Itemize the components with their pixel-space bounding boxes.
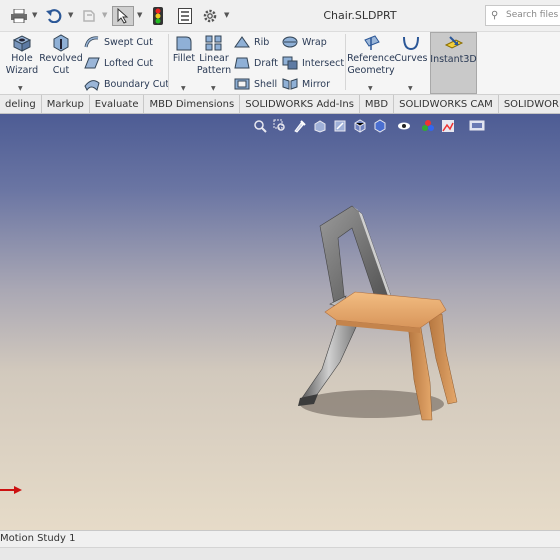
curves-label: Curves bbox=[394, 53, 428, 64]
revolved-cut-icon bbox=[53, 34, 69, 52]
draft-label: Draft bbox=[254, 57, 278, 69]
reference-triad bbox=[0, 486, 22, 494]
search-input[interactable]: ⚲ Search files an bbox=[485, 5, 560, 26]
reference-geometry-dropdown-caret[interactable]: ▼ bbox=[368, 85, 373, 92]
ribbon-separator bbox=[345, 34, 346, 90]
wrap-button[interactable]: Wrap bbox=[282, 35, 327, 49]
revolved-cut-label: Revolved Cut bbox=[39, 53, 83, 76]
status-bar bbox=[0, 547, 560, 560]
tab-motion-study-1[interactable]: Motion Study 1 bbox=[0, 531, 82, 547]
draft-icon bbox=[234, 57, 250, 69]
select-button[interactable] bbox=[112, 6, 134, 26]
hole-wizard-button[interactable]: Hole Wizard bbox=[4, 34, 40, 77]
bottom-bar: Motion Study 1 bbox=[0, 530, 560, 560]
graphics-area[interactable] bbox=[0, 114, 560, 530]
hole-wizard-label: Hole Wizard bbox=[5, 53, 39, 76]
rebuild-button[interactable] bbox=[150, 6, 166, 26]
command-manager-ribbon: Hole Wizard ▼ Revolved Cut Swept Cut Lof… bbox=[0, 32, 560, 94]
curves-dropdown-caret[interactable]: ▼ bbox=[408, 85, 413, 92]
boundary-cut-icon bbox=[84, 80, 100, 91]
select-dropdown-caret[interactable]: ▼ bbox=[137, 11, 142, 19]
shell-label: Shell bbox=[254, 78, 278, 90]
intersect-button[interactable]: Intersect bbox=[282, 56, 344, 70]
reference-geometry-button[interactable]: Reference Geometry bbox=[347, 34, 395, 77]
wrap-icon bbox=[282, 36, 298, 48]
tab-solidworks-cam[interactable]: SOLIDWORKS CAM bbox=[394, 95, 499, 113]
rib-label: Rib bbox=[254, 36, 270, 48]
intersect-label: Intersect bbox=[302, 57, 345, 69]
fillet-dropdown-caret[interactable]: ▼ bbox=[181, 85, 186, 92]
gear-icon bbox=[203, 9, 217, 23]
command-manager-tabs: deling Markup Evaluate MBD Dimensions SO… bbox=[0, 94, 560, 114]
swept-cut-label: Swept Cut bbox=[104, 36, 153, 48]
linear-pattern-button[interactable]: Linear Pattern bbox=[197, 34, 231, 77]
tab-sketch-modeling[interactable]: deling bbox=[0, 95, 42, 113]
mirror-button[interactable]: Mirror bbox=[282, 77, 330, 91]
shell-button[interactable]: Shell bbox=[234, 77, 277, 91]
curves-icon bbox=[403, 36, 419, 51]
hole-wizard-dropdown-caret[interactable]: ▼ bbox=[18, 85, 23, 92]
instant3d-content: Instant3D bbox=[430, 35, 477, 66]
title-bar: ▼ ▼ ▼ ▼ ▼ Chair.SLDPRT ⚲ Search files an bbox=[0, 0, 560, 32]
ribbon-separator bbox=[168, 34, 169, 90]
file-properties-icon bbox=[178, 8, 192, 24]
reference-geometry-icon bbox=[364, 35, 380, 50]
hole-wizard-icon bbox=[12, 35, 32, 52]
lofted-cut-icon bbox=[84, 57, 100, 69]
search-placeholder: Search files an bbox=[506, 10, 560, 20]
traffic-light-icon bbox=[153, 7, 163, 25]
rib-button[interactable]: Rib bbox=[234, 35, 269, 49]
boundary-cut-label: Boundary Cut bbox=[104, 78, 170, 90]
swept-cut-button[interactable]: Swept Cut bbox=[84, 35, 153, 49]
search-icon: ⚲ bbox=[491, 10, 499, 21]
shell-icon bbox=[234, 78, 250, 90]
swept-cut-icon bbox=[84, 36, 99, 48]
options-dropdown-caret[interactable]: ▼ bbox=[224, 11, 229, 19]
linear-pattern-dropdown-caret[interactable]: ▼ bbox=[211, 85, 216, 92]
lofted-cut-label: Lofted Cut bbox=[104, 57, 154, 69]
instant3d-label: Instant3D bbox=[430, 54, 477, 65]
chair-model[interactable] bbox=[0, 114, 560, 530]
redo-button[interactable] bbox=[80, 6, 98, 26]
instant3d-button[interactable]: Instant3D bbox=[430, 32, 477, 94]
lofted-cut-button[interactable]: Lofted Cut bbox=[84, 56, 153, 70]
chair-wood-leg-side bbox=[427, 313, 458, 405]
fillet-icon bbox=[176, 36, 192, 51]
options-button[interactable] bbox=[200, 6, 220, 26]
intersect-icon bbox=[282, 56, 298, 70]
print-button[interactable] bbox=[10, 6, 28, 26]
tab-solidworks-add-ins[interactable]: SOLIDWORKS Add-Ins bbox=[240, 95, 360, 113]
tab-evaluate[interactable]: Evaluate bbox=[90, 95, 145, 113]
curves-button[interactable]: Curves bbox=[394, 34, 428, 65]
revolved-cut-button[interactable]: Revolved Cut bbox=[39, 34, 83, 77]
tab-mbd-dimensions[interactable]: MBD Dimensions bbox=[144, 95, 241, 113]
undo-dropdown-caret[interactable]: ▼ bbox=[68, 11, 73, 19]
rib-icon bbox=[234, 36, 250, 48]
boundary-cut-button[interactable]: Boundary Cut bbox=[84, 77, 169, 91]
tab-mbd[interactable]: MBD bbox=[360, 95, 395, 113]
redo-dropdown-caret[interactable]: ▼ bbox=[102, 11, 107, 19]
fillet-button[interactable]: Fillet bbox=[172, 34, 196, 65]
mirror-icon bbox=[282, 78, 298, 90]
redo-icon bbox=[83, 10, 95, 22]
reference-geometry-label: Reference Geometry bbox=[347, 53, 395, 76]
linear-pattern-icon bbox=[205, 35, 222, 51]
tab-markup[interactable]: Markup bbox=[42, 95, 90, 113]
draft-button[interactable]: Draft bbox=[234, 56, 278, 70]
undo-icon bbox=[46, 9, 62, 23]
print-dropdown-caret[interactable]: ▼ bbox=[32, 11, 37, 19]
tab-solidworks-cam-tbm[interactable]: SOLIDWORKS CAM TB bbox=[499, 95, 560, 113]
pointer-icon bbox=[117, 8, 129, 24]
document-title: Chair.SLDPRT bbox=[323, 9, 397, 22]
printer-icon bbox=[11, 9, 27, 23]
mirror-label: Mirror bbox=[302, 78, 330, 90]
wrap-label: Wrap bbox=[302, 36, 327, 48]
instant3d-icon bbox=[444, 36, 463, 49]
undo-button[interactable] bbox=[44, 6, 64, 26]
fillet-label: Fillet bbox=[172, 53, 196, 64]
file-properties-button[interactable] bbox=[176, 6, 194, 26]
linear-pattern-label: Linear Pattern bbox=[196, 53, 232, 76]
